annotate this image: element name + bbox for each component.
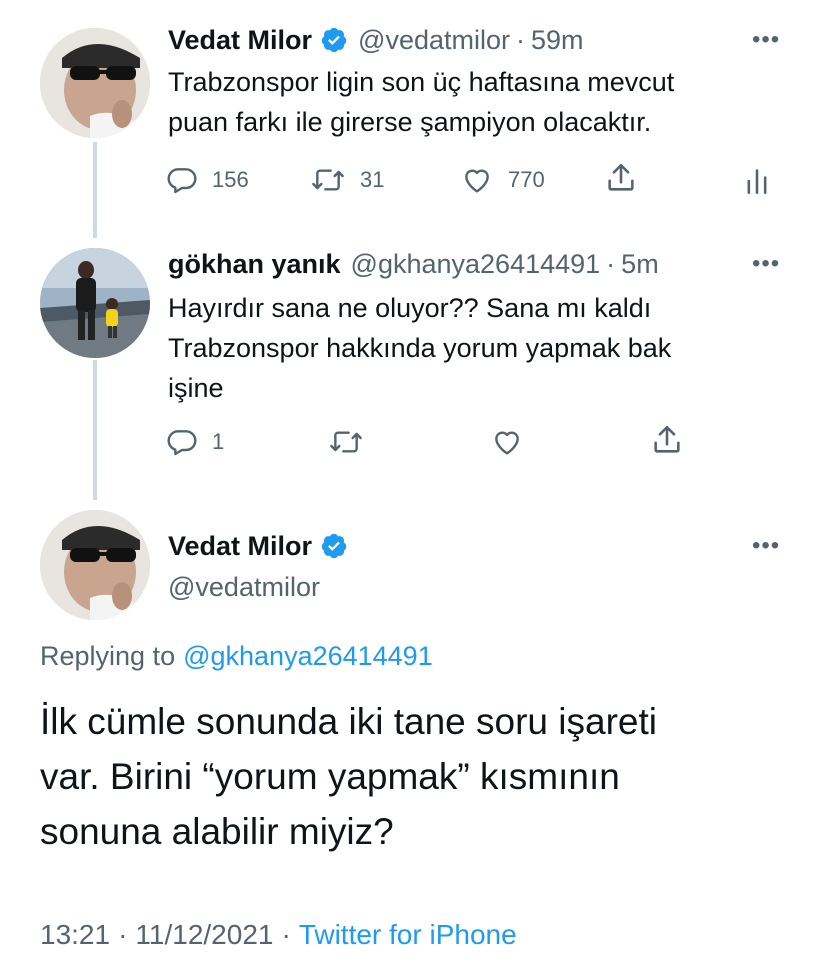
like-icon [495, 431, 519, 455]
avatar[interactable] [40, 28, 150, 138]
retweet-icon [330, 431, 362, 453]
like-icon [465, 169, 489, 193]
like-count: 770 [508, 167, 545, 192]
author-name[interactable]: Vedat Milor [168, 25, 312, 56]
reply-count: 1 [212, 429, 225, 454]
tweet1-text: Trabzonspor ligin son üç haftasına mevcu… [168, 62, 788, 142]
verified-badge-icon [321, 533, 347, 559]
reply-icon [167, 430, 197, 456]
retweet-count: 31 [360, 167, 385, 192]
reply-button[interactable]: 1 [166, 424, 224, 460]
reply-count: 156 [212, 167, 249, 192]
separator: · [118, 919, 128, 950]
replying-prefix: Replying to [40, 640, 176, 671]
source-link[interactable]: Twitter for iPhone [299, 919, 517, 951]
avatar[interactable] [40, 510, 150, 620]
more-icon[interactable]: ••• [752, 532, 780, 560]
reply-icon [167, 168, 197, 194]
tweet2-header: gökhan yanık @gkhanya26414491 · 5m [168, 246, 659, 282]
post-date[interactable]: 11/12/2021 [135, 919, 273, 951]
tweet3-text: İlk cümle sonunda iki tane soru işareti … [40, 694, 810, 859]
text-line: Trabzonspor hakkında yorum yapmak bak [168, 333, 672, 363]
separator: · [516, 24, 525, 55]
timestamp[interactable]: 5m [621, 249, 659, 280]
author-name[interactable]: Vedat Milor [168, 531, 312, 562]
author-handle[interactable]: @vedatmilor [168, 572, 320, 603]
like-button[interactable]: 770 [460, 162, 545, 198]
tweet1-header: Vedat Milor @vedatmilor · 59m [168, 22, 584, 58]
text-line: var. Birini “yorum yapmak” kısmının [40, 756, 620, 797]
text-line: Trabzonspor ligin son üç haftasına mevcu… [168, 67, 675, 97]
more-icon[interactable]: ••• [752, 26, 780, 54]
author-handle[interactable]: @vedatmilor [358, 25, 510, 56]
text-line: İlk cümle sonunda iki tane soru işareti [40, 701, 657, 742]
reply-button[interactable]: 156 [166, 162, 249, 198]
like-button[interactable] [490, 424, 524, 460]
tweet2-text: Hayırdır sana ne oluyor?? Sana mı kaldı … [168, 288, 788, 408]
author-handle[interactable]: @gkhanya26414491 [351, 249, 601, 280]
replying-to: Replying to @gkhanya26414491 [40, 638, 433, 674]
tweet3-name-row: Vedat Milor [168, 528, 348, 564]
retweet-icon [312, 169, 344, 191]
share-icon [608, 163, 634, 191]
thread-line-1 [93, 142, 97, 238]
text-line: sonuna alabilir miyiz? [40, 811, 394, 852]
share-button[interactable] [650, 422, 684, 458]
text-line: Hayırdır sana ne oluyor?? Sana mı kaldı [168, 293, 652, 323]
tweet3-meta: 13:21 · 11/12/2021 · Twitter for iPhone [40, 916, 517, 954]
replying-to-handle[interactable]: @gkhanya26414491 [183, 641, 433, 672]
separator: · [606, 248, 616, 279]
author-name[interactable]: gökhan yanık [168, 249, 341, 280]
text-line: puan farkı ile girerse şampiyon olacaktı… [168, 107, 652, 137]
retweet-button[interactable] [328, 424, 364, 460]
retweet-button[interactable]: 31 [310, 162, 384, 198]
post-time[interactable]: 13:21 [40, 919, 110, 951]
text-line: işine [168, 373, 224, 403]
thread-line-2 [93, 360, 97, 500]
timestamp[interactable]: 59m [531, 25, 584, 56]
more-icon[interactable]: ••• [752, 250, 780, 278]
analytics-icon [747, 169, 767, 194]
analytics-button[interactable] [744, 166, 770, 196]
share-icon [654, 425, 680, 453]
verified-badge-icon [321, 27, 347, 53]
avatar[interactable] [40, 248, 150, 358]
separator: · [281, 919, 291, 950]
share-button[interactable] [604, 160, 638, 196]
